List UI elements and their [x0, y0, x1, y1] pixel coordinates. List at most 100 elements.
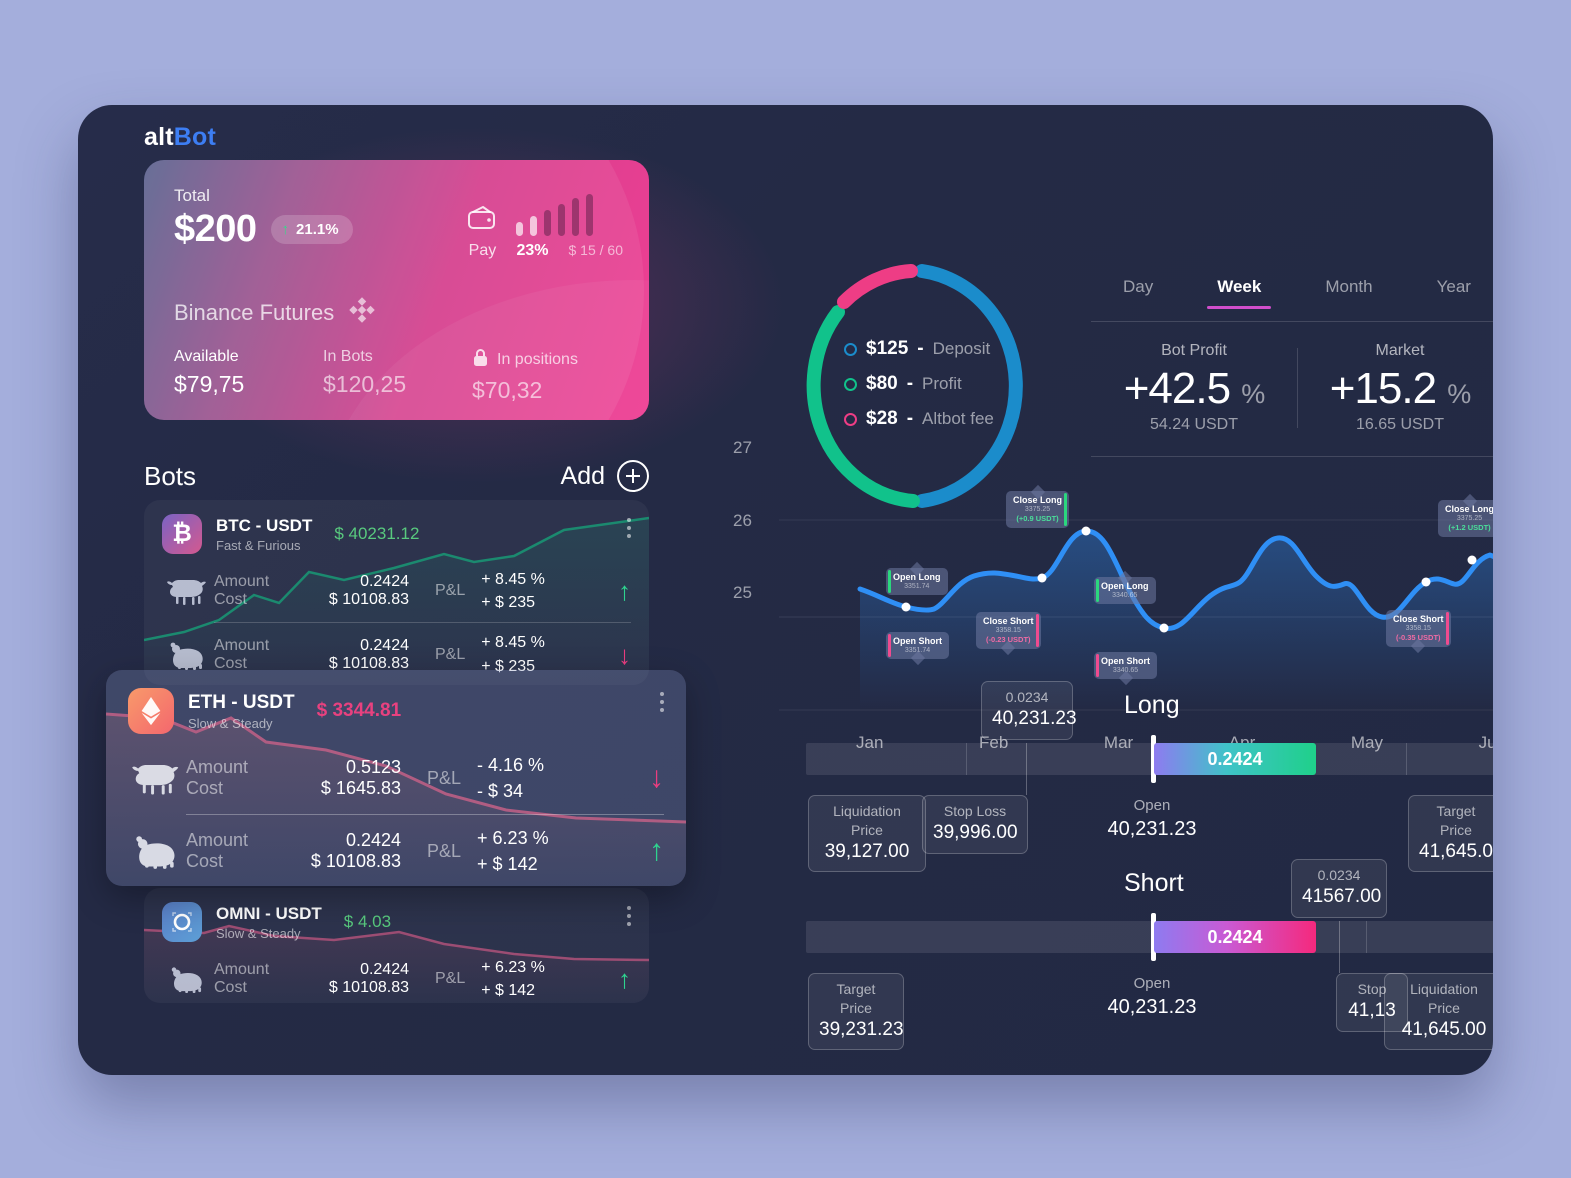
- chart-marker-close-short-1[interactable]: Close Short 3358.15 (-0.23 USDT): [976, 612, 1041, 656]
- long-target-label: Target Price: [1436, 803, 1476, 838]
- bot-menu-eth[interactable]: [660, 692, 664, 712]
- cost-value: $ 1645.83: [320, 778, 401, 799]
- tabs-divider: [1091, 321, 1493, 322]
- pnl-label: P&L: [427, 840, 462, 861]
- marker-price: 3351.74: [904, 583, 930, 591]
- short-liquidation-label: Liquidation Price: [1410, 981, 1478, 1016]
- pnl-absolute: + $ 142: [477, 854, 538, 875]
- short-target-value: 39,231.23: [819, 1018, 904, 1040]
- bot-card-eth[interactable]: ETH - USDT Slow & Steady $ 3344.81 Amoun…: [106, 670, 686, 886]
- amount-value: 0.2424: [360, 961, 409, 979]
- long-track[interactable]: [806, 743, 1493, 775]
- long-bubble-price: 40,231.23: [992, 707, 1077, 729]
- chart-marker-close-long-1[interactable]: Close Long 3375.25 (+0.9 USDT): [1006, 484, 1069, 529]
- short-track[interactable]: [806, 921, 1493, 953]
- add-bot-button[interactable]: Add: [561, 460, 649, 492]
- pay-button[interactable]: Pay: [466, 205, 498, 260]
- bot-pair-omni: OMNI - USDT: [216, 903, 322, 923]
- ethereum-icon: [128, 688, 174, 734]
- tab-year[interactable]: Year: [1433, 277, 1475, 309]
- amount-value: 0.2424: [345, 830, 401, 851]
- long-stop-loss-box: Stop Loss 39,996.00: [922, 795, 1028, 854]
- marker-delta: (+0.9 USDT): [1016, 514, 1059, 524]
- exchange-name: Binance Futures: [174, 299, 335, 325]
- bot-position-row: Amount 0.2424 Cost $ 10108.83 P&L + 6.23 %…: [106, 815, 686, 886]
- legend-dot-altbot-fee: [844, 412, 857, 426]
- chart-marker-open-short-1[interactable]: Open Short 3351.74: [886, 632, 949, 666]
- chart-marker-close-long-2[interactable]: Close Long 3375.25 (+1.2 USDT): [1438, 493, 1493, 538]
- bot-amount-cost: Amount 0.5123 Cost $ 1645.83: [186, 757, 401, 799]
- short-bubble-price: 41567.00: [1302, 885, 1382, 907]
- bot-menu-omni[interactable]: [627, 906, 631, 926]
- long-title: Long: [1124, 691, 1180, 719]
- tab-day[interactable]: Day: [1119, 277, 1157, 309]
- legend-dot-profit: [844, 377, 857, 391]
- chart-marker-open-long-2[interactable]: Open Long 3340.65: [1094, 570, 1156, 605]
- bot-position-row: Amount 0.5123 Cost $ 1645.83 P&L - 4.16 % …: [106, 742, 686, 814]
- bot-amount-cost: Amount 0.2424 Cost $ 10108.83: [214, 961, 409, 997]
- marker-label: Open Short: [893, 636, 942, 646]
- long-open-label: Open: [1133, 797, 1171, 814]
- marker-side-bar-long: [1064, 493, 1067, 527]
- tab-week[interactable]: Week: [1207, 277, 1272, 309]
- legend-item-profit: $80 - Profit: [844, 373, 994, 395]
- exchange-row[interactable]: Binance Futures: [174, 296, 376, 329]
- amount-label: Amount: [186, 830, 249, 851]
- pay-label: Pay: [468, 242, 497, 259]
- bot-menu-btc[interactable]: [627, 518, 631, 538]
- chart-marker-open-long-1[interactable]: Open Long 3351.74: [886, 561, 948, 596]
- total-value: $200: [174, 208, 257, 250]
- direction-arrow-up-icon: ↑: [649, 834, 664, 868]
- cost-label: Cost: [186, 851, 224, 872]
- pnl-absolute: + $ 142: [481, 982, 536, 1000]
- app-logo[interactable]: altBot: [144, 123, 216, 152]
- marker-price: 3358.15: [995, 627, 1021, 635]
- long-stop-loss-value: 39,996.00: [933, 821, 1018, 843]
- bear-icon: [162, 640, 214, 670]
- balance-cell-available: Available $79,75: [174, 348, 323, 404]
- balance-breakdown: Available $79,75 In Bots $120,25 In posi…: [174, 348, 621, 404]
- marker-delta: (+1.2 USDT): [1448, 523, 1491, 533]
- tab-month[interactable]: Month: [1321, 277, 1376, 309]
- y-tick-27: 27: [733, 438, 752, 457]
- chart-marker-close-short-2[interactable]: Close Short 3358.15 (-0.35 USDT): [1386, 610, 1451, 654]
- marker-side-bar-short: [1035, 614, 1039, 648]
- cost-value: $ 10108.83: [328, 979, 409, 997]
- stat-market: Market +15.2 % 16.65 USDT: [1297, 342, 1493, 434]
- amount-label: Amount: [214, 573, 270, 591]
- short-entry-bubble: 0.0234 41567.00: [1291, 859, 1387, 918]
- marker-price: 3358.15: [1405, 625, 1431, 633]
- stat-label-bot-profit: Bot Profit: [1161, 342, 1227, 359]
- in-bots-value: $120,25: [323, 371, 407, 397]
- marker-side-bar-long: [888, 570, 891, 594]
- allocation-donut-chart: $125 - Deposit $80 - Profit $28 - Altbot…: [796, 260, 1034, 512]
- stat-unit-market: %: [1447, 379, 1471, 409]
- legend-dash: -: [906, 373, 914, 394]
- y-tick-26: 26: [733, 511, 752, 530]
- legend-dash: -: [917, 338, 924, 359]
- available-value: $79,75: [174, 371, 245, 397]
- amount-label: Amount: [214, 961, 270, 979]
- marker-side-bar-long: [1096, 579, 1099, 603]
- in-bots-label: In Bots: [323, 348, 373, 365]
- usage-percent: 23%: [516, 242, 549, 259]
- long-fill-amount: 0.2424: [1207, 748, 1263, 769]
- legend-name-deposit: Deposit: [932, 339, 991, 358]
- amount-value: 0.2424: [360, 573, 409, 591]
- bear-icon: [162, 965, 214, 994]
- long-open-column: Open 40,231.23: [1088, 797, 1216, 841]
- logo-alt: alt: [144, 123, 174, 151]
- legend-item-deposit: $125 - Deposit: [844, 338, 994, 360]
- bot-amount-cost: Amount 0.2424 Cost $ 10108.83: [186, 830, 401, 872]
- bot-strategy-eth: Slow & Steady: [188, 715, 273, 731]
- amount-label: Amount: [186, 757, 249, 778]
- short-target-label: Target Price: [836, 981, 876, 1016]
- bot-card-omni[interactable]: OMNI - USDT Slow & Steady $ 4.03 Amount 0…: [144, 888, 649, 1003]
- add-bot-label: Add: [560, 461, 605, 490]
- bot-strategy-omni: Slow & Steady: [216, 925, 301, 941]
- stat-value-market: +15.2: [1329, 364, 1437, 413]
- bot-card-btc[interactable]: ₿ BTC - USDT Fast & Furious $ 40231.12 A…: [144, 500, 649, 685]
- bot-amount-cost: Amount 0.2424 Cost $ 10108.83: [214, 573, 409, 609]
- omni-icon: [162, 902, 202, 942]
- marker-price: 3375.25: [1456, 515, 1483, 523]
